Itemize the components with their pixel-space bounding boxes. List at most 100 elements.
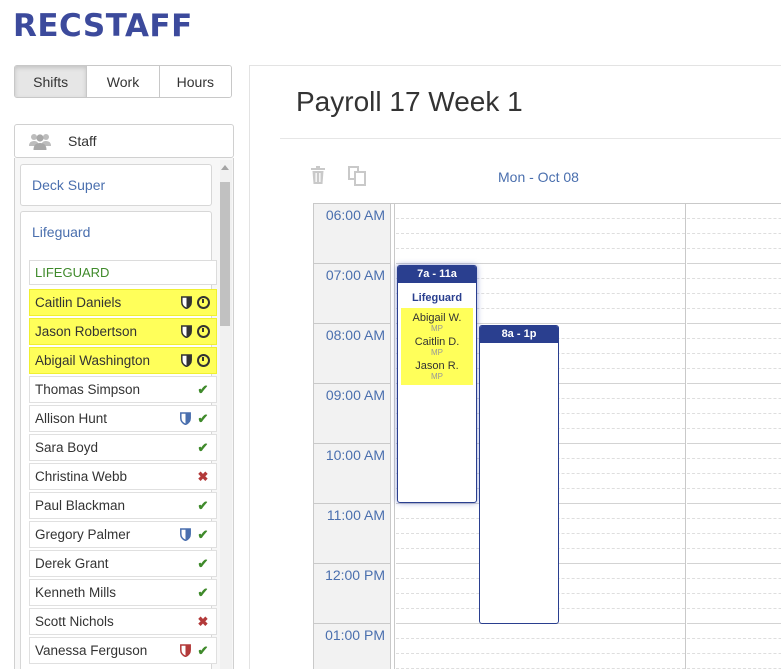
hour-line xyxy=(687,263,781,264)
staff-status-icons: ✔ xyxy=(180,528,210,542)
staff-list-scrollbar[interactable] xyxy=(220,160,232,669)
staff-name: Sara Boyd xyxy=(35,440,99,455)
staff-row[interactable]: Kenneth Mills ✔ xyxy=(29,579,217,606)
view-tabs: Shifts Work Hours xyxy=(14,65,232,98)
clock-icon xyxy=(197,325,210,338)
copy-icon[interactable] xyxy=(348,166,368,186)
shift-block-second[interactable]: 8a - 1p xyxy=(479,325,559,624)
time-label: 06:00 AM xyxy=(325,207,385,223)
quarter-line xyxy=(687,368,781,369)
shield-icon xyxy=(180,412,191,426)
staff-row[interactable]: Thomas Simpson ✔ xyxy=(29,376,217,403)
time-slot: 09:00 AM xyxy=(314,384,391,444)
staff-status-icons xyxy=(181,354,210,368)
group-title-lifeguard[interactable]: Lifeguard xyxy=(32,224,90,240)
hour-line xyxy=(687,503,781,504)
quarter-line xyxy=(687,548,781,549)
hour-line xyxy=(687,383,781,384)
quarter-line xyxy=(687,578,781,579)
staff-status-icons: ✔ xyxy=(196,586,210,600)
clock-icon xyxy=(197,296,210,309)
quarter-line xyxy=(687,458,781,459)
staff-row[interactable]: Scott Nichols ✖ xyxy=(29,608,217,635)
time-label: 09:00 AM xyxy=(325,387,385,403)
assigned-staff-name[interactable]: Jason R. xyxy=(401,360,473,372)
scroll-up-icon[interactable] xyxy=(221,165,229,170)
staff-name: Allison Hunt xyxy=(35,411,108,426)
staff-panel-header[interactable]: Staff xyxy=(14,124,234,158)
staff-name: Caitlin Daniels xyxy=(35,295,122,310)
group-deck-super[interactable]: Deck Super xyxy=(20,164,212,206)
quarter-line xyxy=(687,308,781,309)
assigned-staff-tag: MP xyxy=(431,324,443,333)
time-slot: 11:00 AM xyxy=(314,504,391,564)
check-icon: ✔ xyxy=(197,498,209,513)
staff-row[interactable]: Paul Blackman ✔ xyxy=(29,492,217,519)
users-icon xyxy=(29,132,51,150)
staff-row[interactable]: Abigail Washington xyxy=(29,347,217,374)
quarter-line xyxy=(687,488,781,489)
shield-icon xyxy=(180,528,191,542)
quarter-line xyxy=(396,653,685,654)
time-label: 08:00 AM xyxy=(325,327,385,343)
quarter-line xyxy=(687,353,781,354)
staff-row[interactable]: Sara Boyd ✔ xyxy=(29,434,217,461)
staff-name: Gregory Palmer xyxy=(35,527,131,542)
check-icon: ✔ xyxy=(197,527,209,542)
tab-hours[interactable]: Hours xyxy=(159,66,231,97)
scrollbar-thumb[interactable] xyxy=(220,182,230,326)
quarter-line xyxy=(687,653,781,654)
check-icon: ✔ xyxy=(197,411,209,426)
shield-icon xyxy=(181,325,192,339)
quarter-line xyxy=(687,638,781,639)
quarter-line xyxy=(687,233,781,234)
staff-status-icons: ✔ xyxy=(196,441,210,455)
quarter-line xyxy=(687,533,781,534)
tab-shifts[interactable]: Shifts xyxy=(15,66,88,97)
quarter-line xyxy=(396,218,685,219)
assigned-staff-name[interactable]: Caitlin D. xyxy=(401,336,473,348)
assigned-staff-name[interactable]: Abigail W. xyxy=(401,312,473,324)
trash-icon[interactable] xyxy=(310,166,326,184)
quarter-line xyxy=(687,218,781,219)
staff-row[interactable]: Derek Grant ✔ xyxy=(29,550,217,577)
staff-status-icons: ✔ xyxy=(180,412,210,426)
staff-row[interactable]: Gregory Palmer ✔ xyxy=(29,521,217,548)
staff-status-icons: ✖ xyxy=(196,470,210,484)
staff-name: Christina Webb xyxy=(35,469,128,484)
quarter-line xyxy=(396,248,685,249)
shift-time: 8a - 1p xyxy=(480,326,558,343)
tab-work[interactable]: Work xyxy=(87,66,160,97)
quarter-line xyxy=(396,233,685,234)
clock-icon xyxy=(197,354,210,367)
staff-status-icons: ✔ xyxy=(180,644,210,658)
x-icon: ✖ xyxy=(197,614,209,629)
hour-line xyxy=(687,563,781,564)
quarter-line xyxy=(687,593,781,594)
staff-row[interactable]: Christina Webb ✖ xyxy=(29,463,217,490)
staff-row[interactable]: Caitlin Daniels xyxy=(29,289,217,316)
staff-status-icons: ✔ xyxy=(196,557,210,571)
shield-icon xyxy=(181,354,192,368)
day-header[interactable]: Mon - Oct 08 xyxy=(498,169,579,185)
check-icon: ✔ xyxy=(197,556,209,571)
time-label: 07:00 AM xyxy=(325,267,385,283)
staff-row[interactable]: Jason Robertson xyxy=(29,318,217,345)
quarter-line xyxy=(396,638,685,639)
day-column-tue[interactable] xyxy=(687,204,781,669)
hour-line xyxy=(687,323,781,324)
staff-row[interactable]: Vanessa Ferguson ✔ xyxy=(29,637,217,664)
shift-block-lifeguard[interactable]: 7a - 11a Lifeguard Abigail W. MP Caitlin D… xyxy=(397,265,477,503)
staff-status-icons: ✔ xyxy=(196,383,210,397)
x-icon: ✖ xyxy=(197,469,209,484)
check-icon: ✔ xyxy=(197,585,209,600)
calendar-grid: 06:00 AM 07:00 AM 08:00 AM 09:00 AM 10:00 AM… xyxy=(313,203,781,669)
staff-panel-title: Staff xyxy=(68,133,97,149)
assigned-staff-tag: MP xyxy=(431,372,443,381)
staff-row[interactable]: Allison Hunt ✔ xyxy=(29,405,217,432)
title-divider xyxy=(280,138,781,139)
time-label: 12:00 PM xyxy=(325,567,385,583)
shift-assigned-staff: Abigail W. MP Caitlin D. MP Jason R. MP xyxy=(401,308,473,385)
app-root: RECSTAFF Shifts Work Hours Staff Deck Su… xyxy=(0,0,781,669)
group-title-deck-super: Deck Super xyxy=(32,177,106,193)
